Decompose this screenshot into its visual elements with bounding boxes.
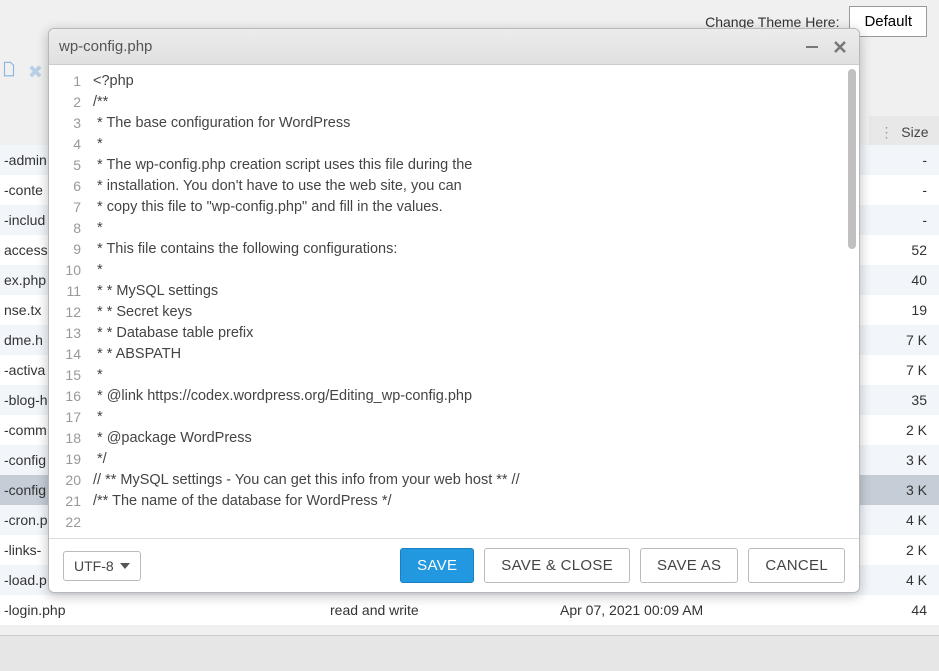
line-number: 21 [49,491,81,512]
code-line: * copy this file to "wp-config.php" and … [93,197,855,218]
line-number: 16 [49,386,81,407]
line-number: 19 [49,449,81,470]
code-line: * * MySQL settings [93,281,855,302]
line-number: 18 [49,428,81,449]
close-icon[interactable] [831,38,849,56]
modal-titlebar[interactable]: wp-config.php [49,29,859,65]
code-line: // ** MySQL settings - You can get this … [93,470,855,491]
file-perm-cell: read and write [330,595,560,625]
save-close-button[interactable]: SAVE & CLOSE [484,548,630,583]
file-date-cell: Apr 07, 2021 00:09 AM [560,595,810,625]
save-button[interactable]: SAVE [400,548,474,583]
theme-select-value: Default [864,13,912,30]
code-line: * @package WordPress [93,428,855,449]
line-number: 9 [49,239,81,260]
line-number: 6 [49,176,81,197]
toolbar-fragment: ✖ [0,60,48,90]
editor-scrollbar[interactable] [847,69,857,529]
file-icon [0,60,20,80]
code-line: * @link https://codex.wordpress.org/Edit… [93,386,855,407]
line-number: 22 [49,512,81,533]
editor-body: 12345678910111213141516171819202122 <?ph… [49,65,859,538]
close-x-icon: ✖ [28,62,48,82]
code-line: * * Database table prefix [93,323,855,344]
line-number-gutter: 12345678910111213141516171819202122 [49,65,89,538]
code-line: * The wp-config.php creation script uses… [93,155,855,176]
code-line: * [93,218,855,239]
line-number: 15 [49,365,81,386]
code-line: * [93,365,855,386]
code-line: /** The name of the database for WordPre… [93,491,855,512]
code-line: * This file contains the following confi… [93,239,855,260]
line-number: 4 [49,134,81,155]
code-line: */ [93,449,855,470]
theme-select[interactable]: Default [849,6,927,37]
drag-handle-icon: ⋮ [879,124,893,140]
line-number: 17 [49,407,81,428]
line-number: 13 [49,323,81,344]
code-line: * [93,134,855,155]
cancel-button[interactable]: CANCEL [748,548,845,583]
line-number: 10 [49,260,81,281]
scroll-thumb[interactable] [848,69,856,249]
line-number: 20 [49,470,81,491]
encoding-value: UTF-8 [74,558,114,574]
table-row[interactable]: -login.phpread and writeApr 07, 2021 00:… [0,595,939,625]
code-line: * [93,407,855,428]
line-number: 2 [49,92,81,113]
modal-footer: UTF-8 SAVE SAVE & CLOSE SAVE AS CANCEL [49,538,859,592]
modal-title: wp-config.php [59,38,793,55]
line-number: 8 [49,218,81,239]
line-number: 1 [49,71,81,92]
code-content[interactable]: <?php/** * The base configuration for Wo… [89,65,859,538]
code-line: /** [93,92,855,113]
minimize-icon[interactable] [803,38,821,56]
file-size-cell: 44 [810,595,939,625]
line-number: 5 [49,155,81,176]
code-line: <?php [93,71,855,92]
file-name-cell: -login.php [0,595,330,625]
page-footer [0,635,939,671]
line-number: 11 [49,281,81,302]
code-line: * * Secret keys [93,302,855,323]
code-line: * [93,260,855,281]
line-number: 12 [49,302,81,323]
code-line: * The base configuration for WordPress [93,113,855,134]
save-as-button[interactable]: SAVE AS [640,548,738,583]
line-number: 14 [49,344,81,365]
encoding-select[interactable]: UTF-8 [63,551,141,581]
chevron-down-icon [120,563,130,569]
code-line: * * ABSPATH [93,344,855,365]
line-number: 3 [49,113,81,134]
code-editor-modal: wp-config.php 12345678910111213141516171… [48,28,860,593]
code-line: * installation. You don't have to use th… [93,176,855,197]
line-number: 7 [49,197,81,218]
